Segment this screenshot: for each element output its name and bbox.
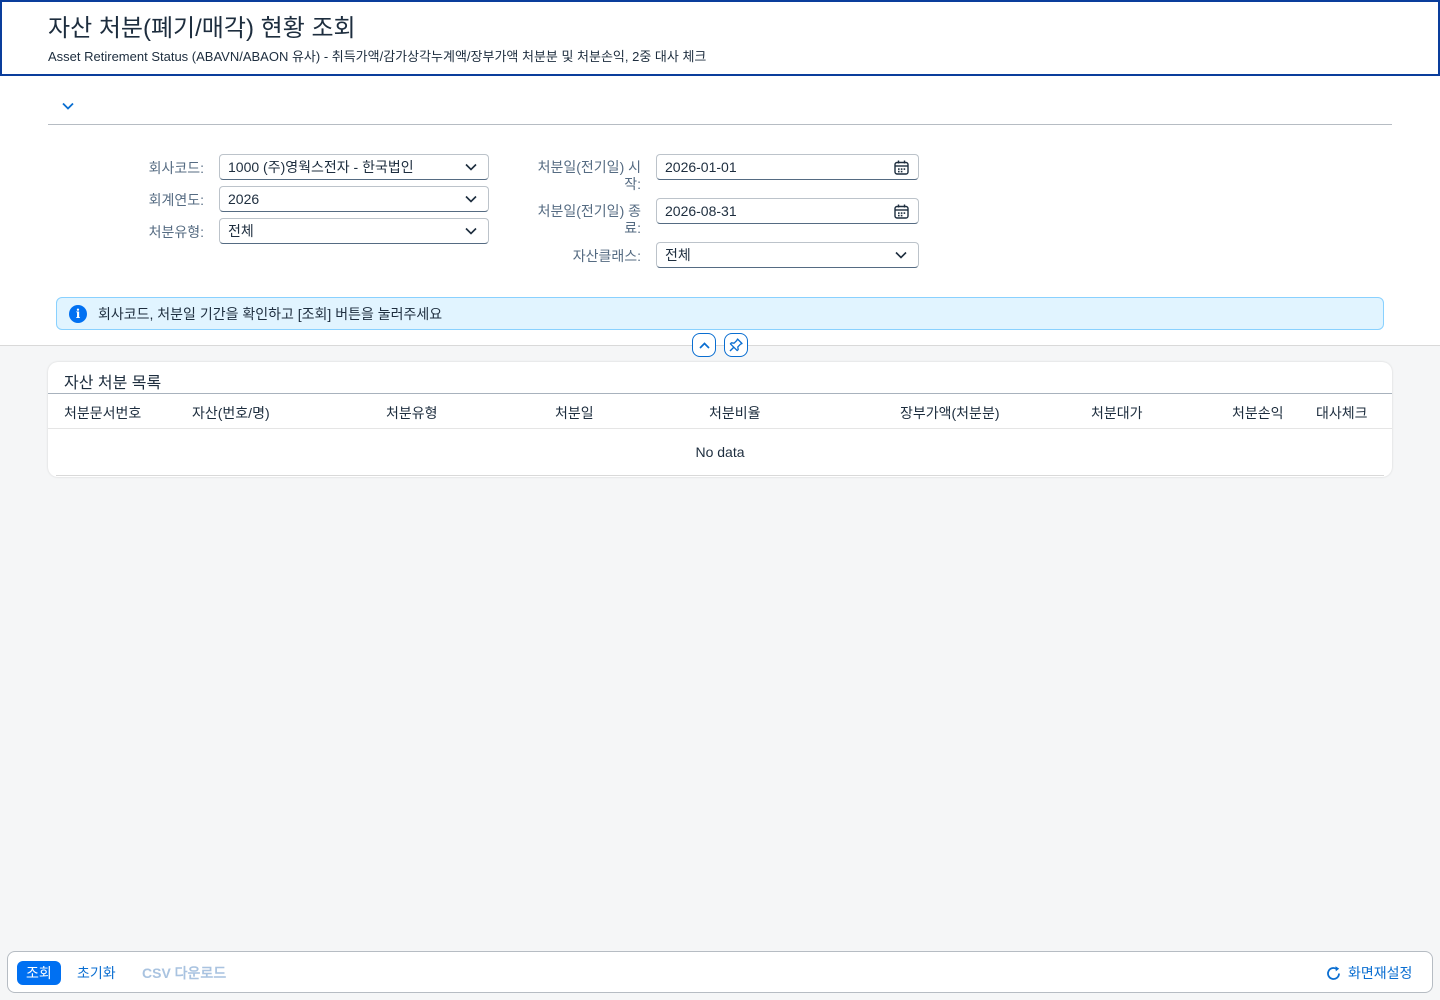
chevron-down-icon	[892, 246, 910, 264]
retirement-table: 자산 처분 목록 처분문서번호 자산(번호/명) 처분유형 처분일 처분비율 장…	[48, 362, 1392, 477]
chevron-down-icon	[462, 158, 480, 176]
company-code-select[interactable]: 1000 (주)영웍스전자 - 한국법인	[219, 154, 489, 180]
date-from-picker[interactable]: 2026-01-01	[656, 154, 919, 180]
fiscal-year-select[interactable]: 2026	[219, 186, 489, 212]
chevron-down-icon	[62, 102, 74, 110]
column-header[interactable]: 처분유형	[386, 403, 438, 423]
filter-expand-toggle[interactable]	[58, 96, 78, 116]
asset-class-label: 자산클래스:	[572, 248, 641, 264]
column-header[interactable]: 장부가액(처분분)	[900, 403, 999, 423]
page-title: 자산 처분(폐기/매각) 현황 조회	[48, 15, 356, 42]
calendar-icon[interactable]	[892, 158, 910, 176]
date-to-label: 처분일(전기일) 종 료:	[500, 203, 641, 237]
date-to-label-line2: 료:	[624, 220, 641, 236]
column-header[interactable]: 처분문서번호	[64, 403, 141, 423]
date-to-picker[interactable]: 2026-08-31	[656, 198, 919, 224]
table-empty-text: No data	[695, 444, 745, 460]
collapse-header-button[interactable]	[692, 333, 716, 357]
fiscal-year-value: 2026	[228, 191, 260, 207]
chevron-up-icon	[698, 341, 710, 349]
layout-reset-button[interactable]: 화면재설정	[1316, 961, 1421, 985]
csv-download-button[interactable]: CSV 다운로드	[133, 961, 235, 985]
asset-class-value: 전체	[665, 247, 691, 263]
calendar-icon[interactable]	[892, 202, 910, 220]
column-header[interactable]: 처분비율	[709, 403, 761, 423]
column-header[interactable]: 처분손익	[1232, 403, 1284, 423]
refresh-icon	[1325, 965, 1342, 982]
retirement-type-select[interactable]: 전체	[219, 218, 489, 244]
date-from-label: 처분일(전기일) 시 작:	[500, 159, 641, 193]
column-header[interactable]: 처분일	[555, 403, 594, 423]
date-from-value: 2026-01-01	[665, 159, 737, 175]
chevron-down-icon	[462, 190, 480, 208]
reset-button[interactable]: 초기화	[68, 961, 125, 985]
table-bottom-border	[56, 475, 1384, 476]
column-header[interactable]: 대사체크	[1316, 403, 1368, 423]
footer-toolbar: 조회 초기화 CSV 다운로드 화면재설정	[7, 951, 1433, 993]
info-icon: i	[69, 304, 87, 323]
date-from-label-line2: 작:	[624, 176, 641, 192]
page-header: 자산 처분(폐기/매각) 현황 조회 Asset Retirement Stat…	[0, 0, 1440, 76]
table-title: 자산 처분 목록	[64, 375, 162, 392]
retirement-type-value: 전체	[228, 223, 254, 239]
company-code-value: 1000 (주)영웍스전자 - 한국법인	[228, 159, 414, 175]
column-header[interactable]: 자산(번호/명)	[192, 403, 270, 423]
asset-class-select[interactable]: 전체	[656, 242, 919, 268]
pin-header-button[interactable]	[724, 333, 748, 357]
column-header[interactable]: 처분대가	[1091, 403, 1143, 423]
info-message-strip: i 회사코드, 처분일 기간을 확인하고 [조회] 버튼을 눌러주세요	[56, 297, 1384, 330]
pin-icon	[729, 338, 743, 352]
date-to-value: 2026-08-31	[665, 203, 737, 219]
date-to-label-line1: 처분일(전기일) 종	[537, 203, 641, 219]
filter-divider	[48, 124, 1392, 125]
filter-bar: 회사코드: 1000 (주)영웍스전자 - 한국법인 회계연도: 2026 처분…	[0, 76, 1440, 346]
chevron-down-icon	[462, 222, 480, 240]
company-code-label: 회사코드:	[148, 160, 204, 176]
retirement-type-label: 처분유형:	[148, 224, 204, 240]
table-header-row: 처분문서번호 자산(번호/명) 처분유형 처분일 처분비율 장부가액(처분분) …	[48, 393, 1392, 429]
date-from-label-line1: 처분일(전기일) 시	[537, 159, 641, 175]
page-subtitle: Asset Retirement Status (ABAVN/ABAON 유사)…	[48, 49, 707, 64]
layout-reset-label: 화면재설정	[1348, 965, 1413, 981]
info-message-text: 회사코드, 처분일 기간을 확인하고 [조회] 버튼을 눌러주세요	[98, 305, 443, 322]
search-button[interactable]: 조회	[17, 961, 61, 985]
fiscal-year-label: 회계연도:	[148, 192, 204, 208]
